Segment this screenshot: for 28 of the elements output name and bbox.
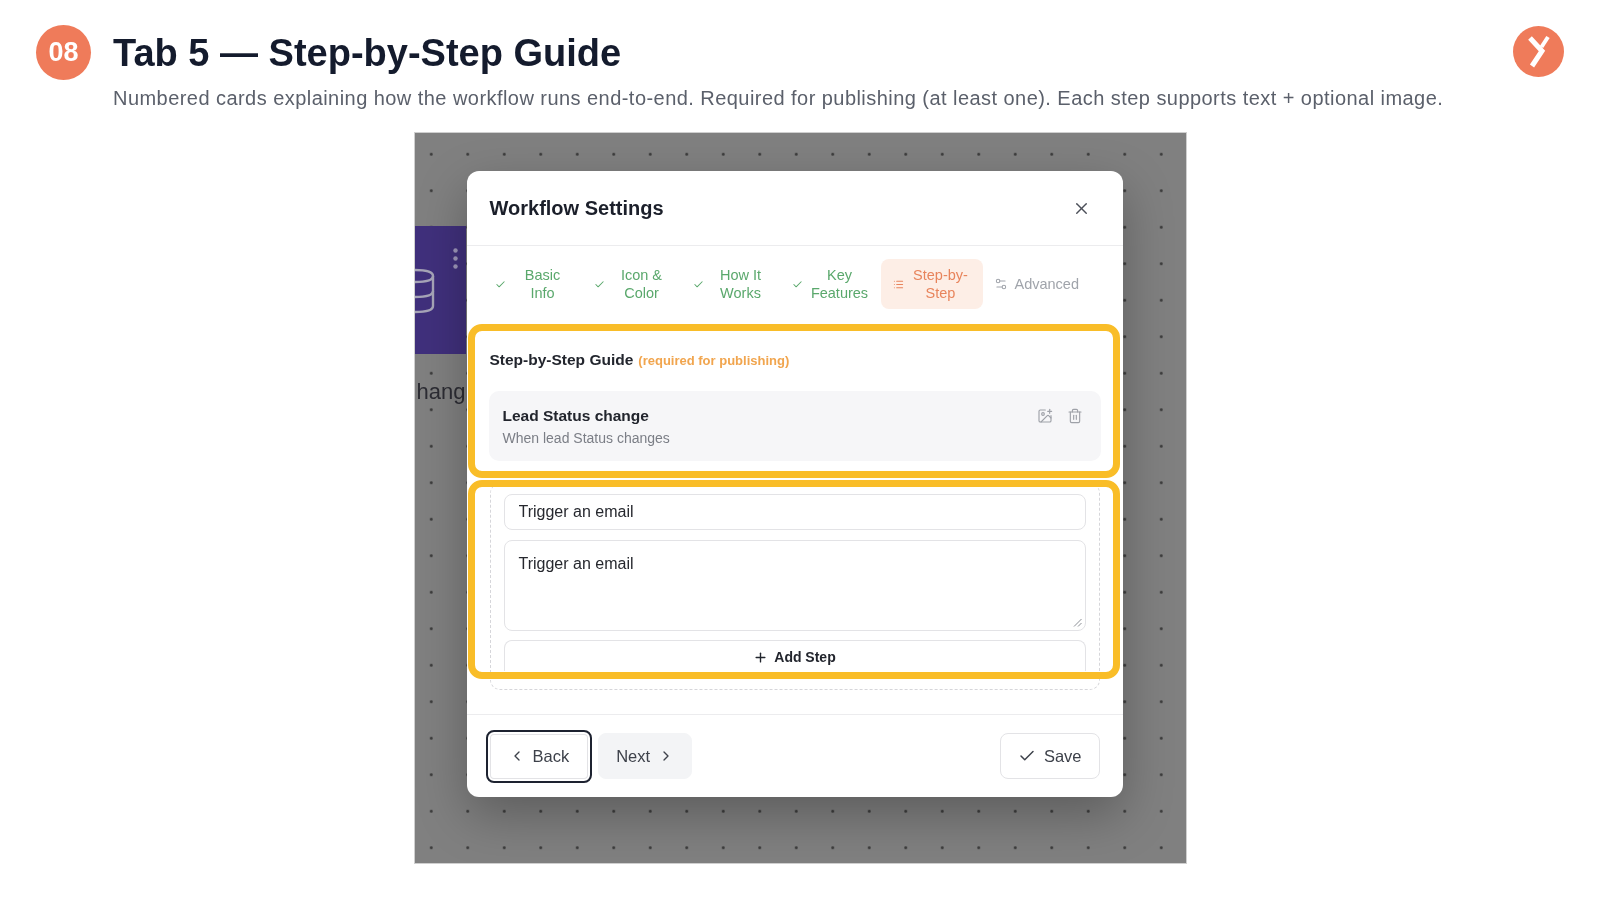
check-icon — [494, 278, 506, 290]
list-icon — [892, 278, 904, 290]
kebab-icon[interactable] — [452, 248, 458, 269]
dialog-title: Workflow Settings — [489, 196, 664, 220]
logo-icon — [1513, 26, 1564, 77]
node-label: hang — [416, 379, 466, 405]
plus-icon — [753, 649, 769, 665]
trash-icon[interactable] — [1066, 408, 1083, 424]
step-title: Lead Status change — [502, 406, 649, 426]
check-icon — [791, 278, 803, 290]
section-title: Step-by-Step Guide — [489, 350, 634, 370]
image-add-icon[interactable] — [1036, 408, 1053, 424]
page-subtitle: Numbered cards explaining how the workflow runs end-to-end. Required for publishing (at least one). Each step supports text + optional image. — [113, 86, 1444, 110]
page-title: Tab 5 — Step-by-Step Guide — [113, 31, 622, 75]
back-button[interactable]: Back — [485, 729, 593, 783]
step-description: When lead Status changes — [502, 429, 670, 447]
resize-grip-icon[interactable] — [1072, 618, 1082, 627]
step-description-field[interactable]: Trigger an email — [503, 540, 1086, 631]
save-button[interactable]: Save — [999, 733, 1100, 779]
section-number: 08 — [36, 25, 91, 80]
check-icon — [593, 278, 605, 290]
next-button[interactable]: Next — [598, 733, 693, 779]
add-step-button[interactable]: Add Step — [503, 640, 1086, 671]
step-title-field[interactable]: Trigger an email — [503, 494, 1086, 530]
sliders-icon — [993, 277, 1008, 291]
check-icon — [692, 278, 704, 290]
database-icon — [414, 267, 435, 315]
required-note: (required for publishing) — [638, 352, 790, 370]
